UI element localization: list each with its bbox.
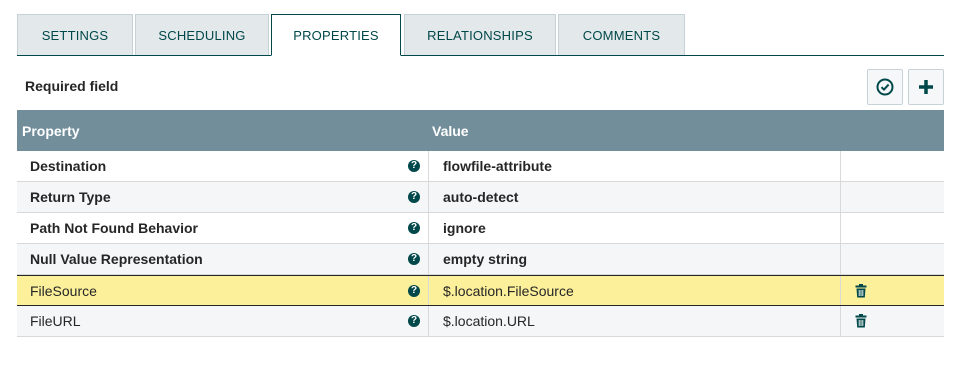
help-icon[interactable]: ?	[408, 222, 420, 234]
actions-cell	[840, 306, 944, 336]
help-cell[interactable]: ?	[400, 213, 428, 243]
tab-relationships[interactable]: RELATIONSHIPS	[404, 14, 556, 55]
help-cell[interactable]: ?	[400, 151, 428, 181]
required-field-label: Required field	[25, 78, 119, 94]
tab-comments[interactable]: COMMENTS	[558, 14, 685, 55]
table-row[interactable]: FileURL ? $.location.URL	[17, 306, 944, 337]
table-row[interactable]: Destination ? flowfile-attribute	[17, 151, 944, 182]
help-icon[interactable]: ?	[408, 284, 420, 297]
help-cell[interactable]: ?	[400, 306, 428, 336]
table-row[interactable]: Null Value Representation ? empty string	[17, 244, 944, 275]
column-header-property[interactable]: Property	[22, 123, 80, 139]
property-value[interactable]: ignore	[428, 213, 840, 243]
actions-cell	[840, 244, 944, 274]
help-icon[interactable]: ?	[408, 160, 420, 172]
property-name: FileURL	[30, 313, 81, 329]
properties-table: Property Value Destination ? flowfile-at…	[17, 110, 944, 337]
column-header-value[interactable]: Value	[432, 123, 469, 139]
actions-cell	[840, 151, 944, 181]
actions-cell	[840, 276, 944, 305]
help-cell[interactable]: ?	[400, 244, 428, 274]
tab-settings[interactable]: SETTINGS	[17, 14, 133, 55]
property-name: FileSource	[30, 282, 97, 299]
table-row[interactable]: Path Not Found Behavior ? ignore	[17, 213, 944, 244]
help-cell[interactable]: ?	[400, 182, 428, 212]
help-icon[interactable]: ?	[408, 315, 420, 327]
tab-properties[interactable]: PROPERTIES	[271, 14, 401, 56]
actions-cell	[840, 213, 944, 243]
property-value[interactable]: flowfile-attribute	[428, 151, 840, 181]
property-value[interactable]: $.location.URL	[428, 306, 840, 336]
table-header: Property Value	[17, 110, 944, 151]
property-value[interactable]: auto-detect	[428, 182, 840, 212]
trash-icon[interactable]	[855, 283, 867, 298]
help-icon[interactable]: ?	[408, 253, 420, 265]
property-value[interactable]: empty string	[428, 244, 840, 274]
verify-button[interactable]	[867, 69, 903, 105]
property-value[interactable]: $.location.FileSource	[428, 276, 840, 305]
property-name: Path Not Found Behavior	[30, 220, 198, 236]
add-property-button[interactable]	[908, 69, 944, 105]
property-name: Return Type	[30, 189, 111, 205]
help-icon[interactable]: ?	[408, 191, 420, 203]
plus-icon	[919, 80, 933, 94]
trash-icon[interactable]	[855, 314, 867, 328]
check-circle-icon	[876, 78, 894, 96]
property-name: Destination	[30, 158, 107, 174]
tab-bar: SETTINGS SCHEDULING PROPERTIES RELATIONS…	[17, 14, 944, 56]
table-row[interactable]: FileSource ? $.location.FileSource	[17, 275, 944, 306]
help-cell[interactable]: ?	[400, 276, 428, 305]
tab-scheduling[interactable]: SCHEDULING	[135, 14, 269, 55]
table-row[interactable]: Return Type ? auto-detect	[17, 182, 944, 213]
actions-cell	[840, 182, 944, 212]
property-name: Null Value Representation	[30, 251, 203, 267]
